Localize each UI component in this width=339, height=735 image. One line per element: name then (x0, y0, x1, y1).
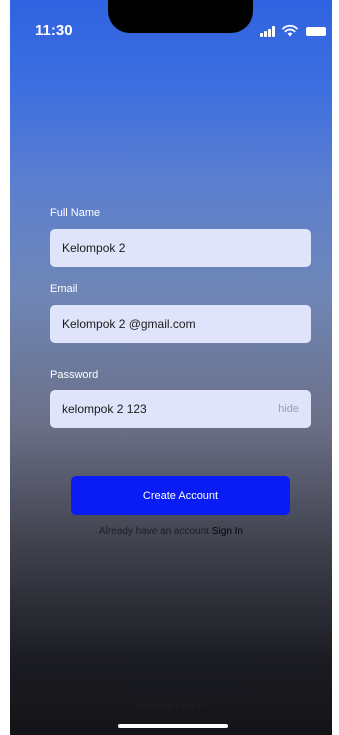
signin-prompt: Already have an account (99, 526, 210, 537)
status-icons (252, 24, 332, 38)
password-field[interactable]: kelompok 2 123 hide (50, 390, 311, 428)
home-indicator (118, 724, 228, 728)
email-value: Kelompok 2 @gmail.com (62, 317, 196, 331)
battery-icon (306, 27, 326, 36)
device-notch (108, 0, 253, 33)
signin-link[interactable]: Sign In (212, 526, 243, 537)
password-label: Password (50, 369, 99, 381)
full-name-field[interactable]: Kelompok 2 (50, 229, 311, 267)
full-name-value: Kelompok 2 (62, 241, 126, 255)
password-hide-toggle[interactable]: hide (278, 403, 299, 415)
signin-row: Already have an account Sign In (10, 526, 332, 537)
privacy-policy-link[interactable]: Privacy Policy (10, 700, 332, 711)
wifi-icon (282, 24, 298, 37)
email-label: Email (50, 283, 78, 295)
signal-icon (260, 26, 276, 37)
email-field[interactable]: Kelompok 2 @gmail.com (50, 305, 311, 343)
phone-screen: 11:30 Full Name Kelompok 2 Email Kelompo… (10, 0, 332, 735)
password-value: kelompok 2 123 (62, 402, 147, 416)
create-account-button[interactable]: Create Account (71, 476, 290, 515)
full-name-label: Full Name (50, 207, 101, 219)
status-time: 11:30 (35, 22, 73, 39)
